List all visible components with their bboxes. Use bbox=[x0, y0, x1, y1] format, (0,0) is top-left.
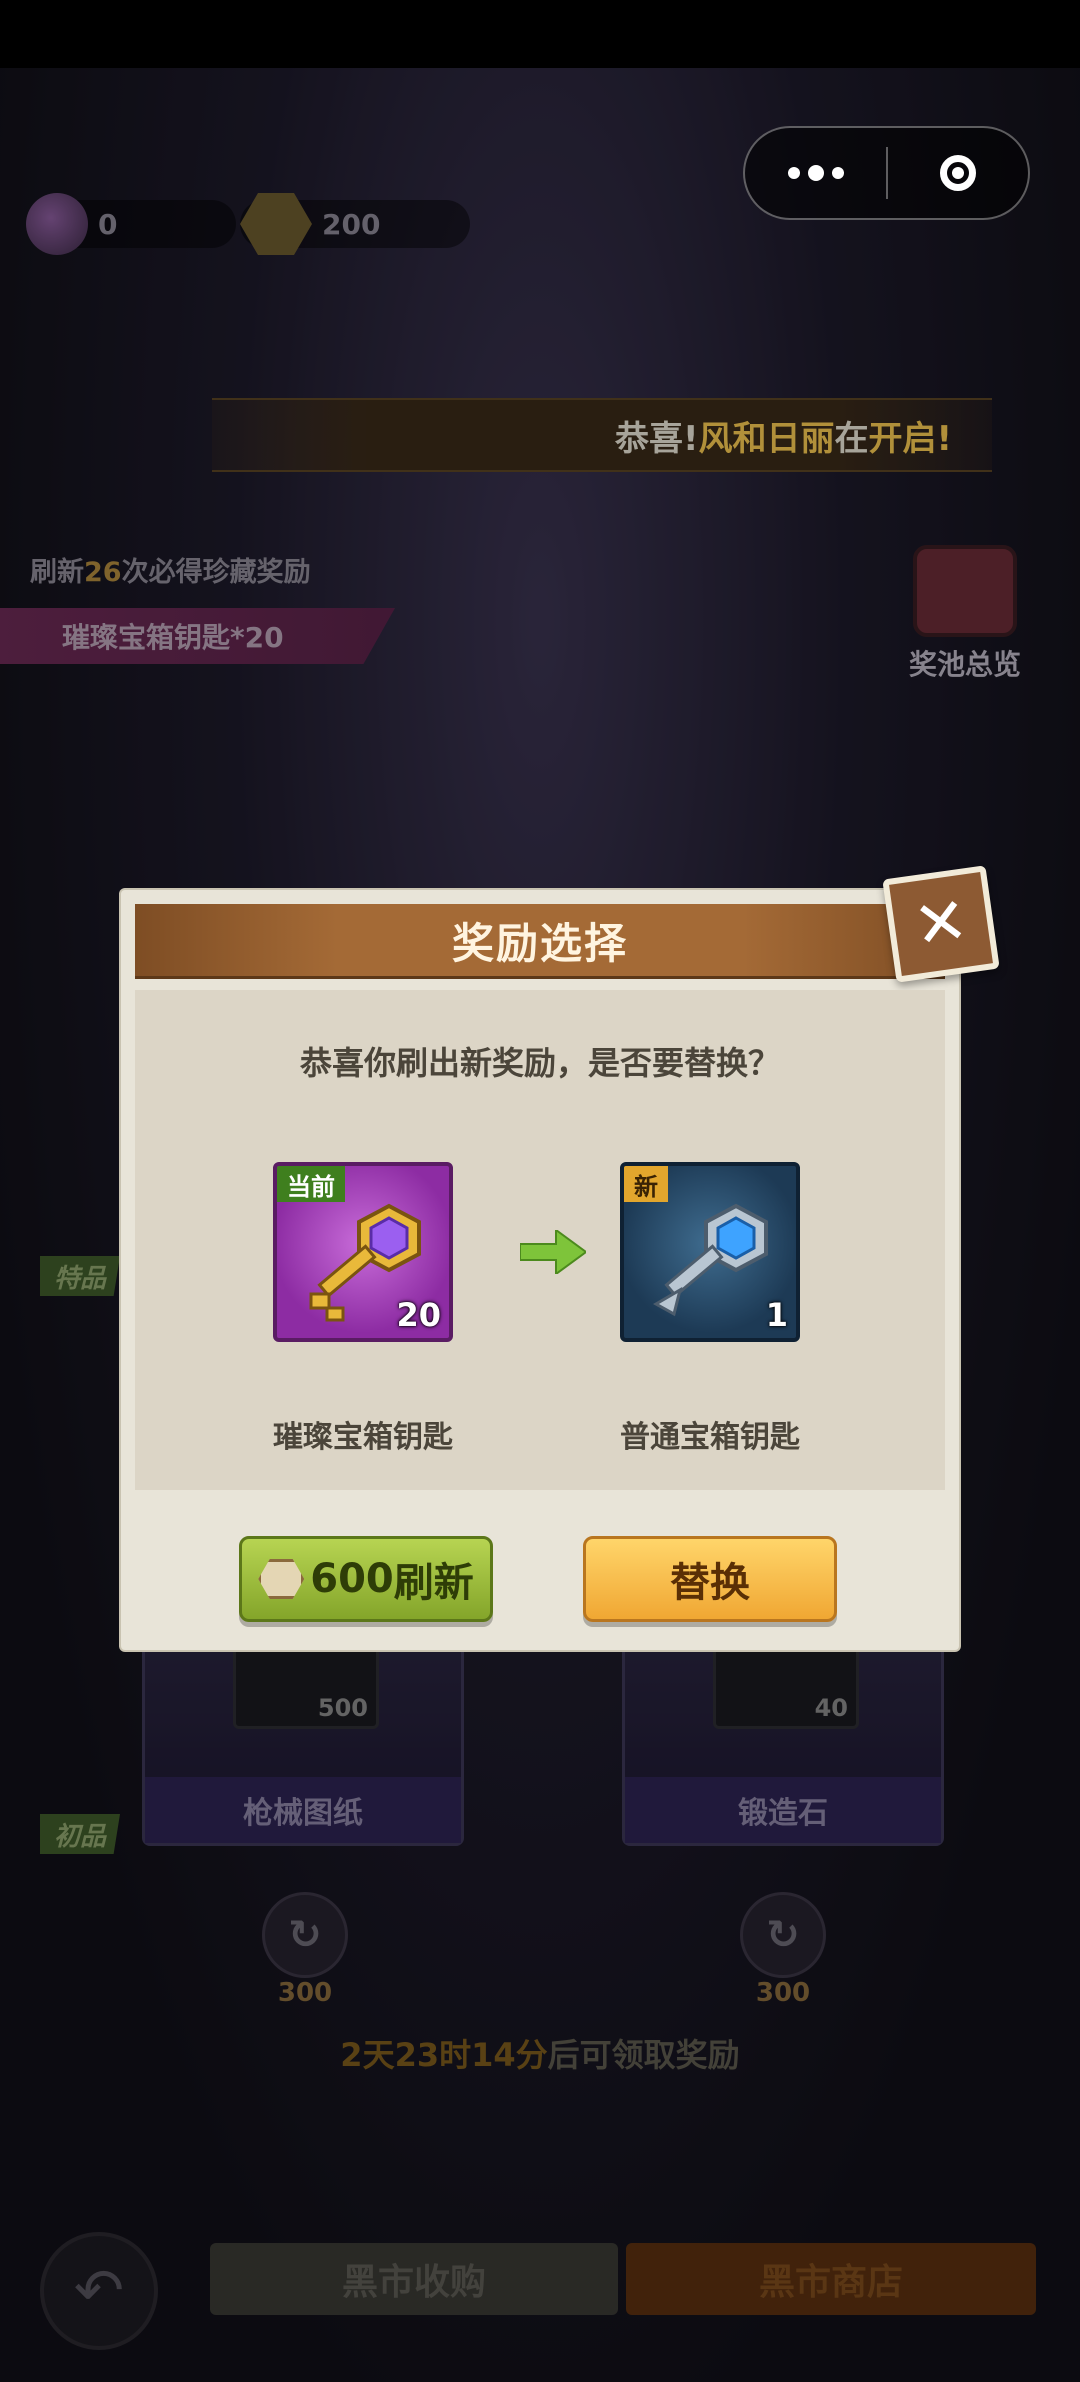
dialog-question: 恭喜你刷出新奖励，是否要替换？ bbox=[299, 1044, 780, 1082]
dialog-title: 奖励选择 bbox=[451, 918, 628, 968]
new-tag-label: 新 bbox=[634, 1172, 658, 1201]
more-icon bbox=[831, 167, 844, 179]
replace-button[interactable]: 替换 bbox=[583, 1536, 837, 1622]
current-qty: 20 bbox=[396, 1296, 441, 1334]
new-tag: 新 bbox=[624, 1166, 668, 1202]
more-icon bbox=[787, 167, 800, 179]
new-qty: 1 bbox=[765, 1296, 788, 1334]
replace-label: 替换 bbox=[670, 1560, 750, 1606]
current-reward-name: 璀璨宝箱钥匙 bbox=[273, 1420, 453, 1455]
miniprogram-capsule bbox=[743, 126, 1030, 220]
refresh-label: 刷新 bbox=[393, 1560, 474, 1606]
exit-miniprogram-button[interactable] bbox=[888, 155, 1028, 191]
reward-select-dialog: 奖励选择 ✕ 恭喜你刷出新奖励，是否要替换？ 当前 20 新 1 璀璨宝箱钥匙 … bbox=[121, 865, 1000, 1650]
refresh-cost: 600 bbox=[310, 1556, 394, 1602]
gem-icon bbox=[258, 1559, 305, 1599]
current-tag-label: 当前 bbox=[287, 1172, 335, 1201]
new-reward-name: 普通宝箱钥匙 bbox=[620, 1420, 800, 1455]
more-icon bbox=[807, 165, 824, 181]
status-bar bbox=[0, 0, 1080, 68]
refresh-button[interactable]: 600 刷新 bbox=[239, 1536, 493, 1622]
silver-key-icon bbox=[652, 1203, 768, 1317]
close-button[interactable]: ✕ bbox=[882, 865, 1000, 983]
dialog-header: 奖励选择 bbox=[135, 904, 945, 979]
current-tag: 当前 bbox=[277, 1166, 345, 1202]
current-reward-card[interactable]: 当前 20 bbox=[273, 1162, 453, 1342]
target-icon bbox=[939, 155, 976, 191]
dialog-body: 恭喜你刷出新奖励，是否要替换？ 当前 20 新 1 璀璨宝箱钥匙 普通宝箱钥匙 bbox=[135, 990, 945, 1490]
more-menu-button[interactable] bbox=[745, 165, 886, 181]
close-icon: ✕ bbox=[909, 883, 973, 965]
arrow-right-icon bbox=[520, 1230, 586, 1274]
new-reward-card[interactable]: 新 1 bbox=[620, 1162, 800, 1342]
